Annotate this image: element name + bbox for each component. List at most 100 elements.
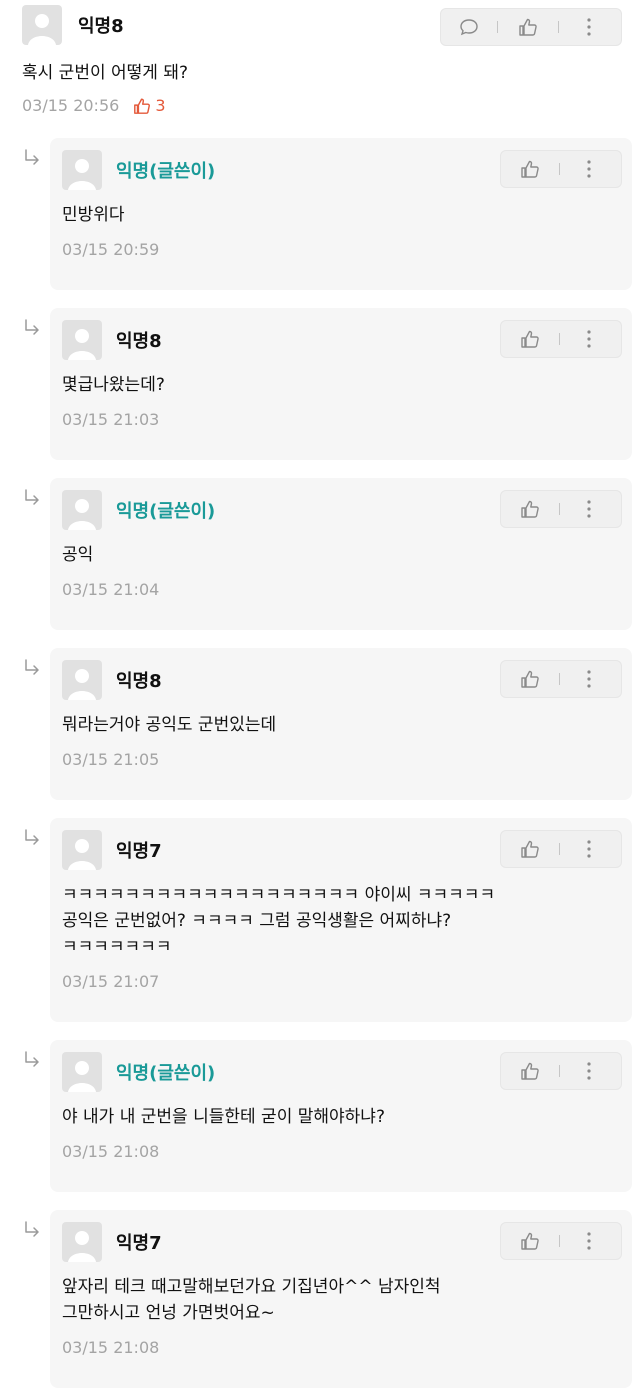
reply-author: 익명7 [116, 841, 162, 862]
like-button[interactable] [501, 151, 559, 187]
like-button[interactable] [498, 9, 558, 45]
more-icon [587, 330, 591, 348]
reply-text-line: 공익 [62, 545, 94, 565]
reply-arrow-icon [25, 659, 39, 675]
reply-time: 03/15 21:08 [62, 1142, 160, 1161]
reply-card: 익명8 뭐라는거야 공익도 군번있는데 03/15 21:05 [50, 648, 632, 800]
thumbs-up-icon [521, 160, 539, 178]
reply-author: 익명8 [116, 331, 162, 352]
reply-actions [500, 320, 622, 358]
more-icon [587, 500, 591, 518]
reply-text-line: 그만하시고 언넝 가면벗어요~ [62, 1303, 275, 1323]
like-button[interactable] [501, 831, 559, 867]
more-icon [587, 670, 591, 688]
avatar-placeholder-icon [68, 159, 96, 190]
like-count-value: 3 [155, 96, 166, 115]
reply-text-line: 야 내가 내 군번을 니들한테 굳이 말해야하냐? [62, 1107, 385, 1127]
reply-card: 익명7 앞자리 테크 때고말해보던가요 기집년아^^ 남자인척그만하시고 언넝 … [50, 1210, 632, 1388]
reply-time: 03/15 21:03 [62, 410, 160, 429]
comment-text: 혹시 군번이 어떻게 돼? [22, 63, 188, 83]
reply-time: 03/15 20:59 [62, 240, 160, 259]
thumbs-up-icon [521, 840, 539, 858]
reply-arrow-icon [25, 829, 39, 845]
reply-text-line: ㅋㅋㅋㅋㅋㅋㅋㅋㅋㅋㅋㅋㅋㅋㅋㅋㅋㅋㅋ 야이씨 ㅋㅋㅋㅋㅋ [62, 885, 496, 905]
reply-arrow-icon [25, 489, 39, 505]
like-button[interactable] [501, 1223, 559, 1259]
thumbs-up-icon [134, 98, 151, 114]
avatar-placeholder-icon [68, 669, 96, 700]
avatar-placeholder-icon [28, 14, 56, 45]
reply-text-line: ㅋㅋㅋㅋㅋㅋㅋ [62, 937, 172, 957]
main-comment: 익명8 혹시 군번이 어떻게 돼? 03/15 20:56 3 [0, 0, 640, 135]
more-icon [587, 18, 591, 36]
more-button[interactable] [560, 831, 618, 867]
more-button[interactable] [560, 491, 618, 527]
thumbs-up-icon [521, 1062, 539, 1080]
comment-icon [460, 19, 478, 36]
reply-text-line: 앞자리 테크 때고말해보던가요 기집년아^^ 남자인척 [62, 1277, 441, 1297]
avatar[interactable] [62, 830, 102, 870]
avatar[interactable] [62, 1052, 102, 1092]
like-button[interactable] [501, 1053, 559, 1089]
reply-text-line: 뭐라는거야 공익도 군번있는데 [62, 715, 277, 735]
reply-text: ㅋㅋㅋㅋㅋㅋㅋㅋㅋㅋㅋㅋㅋㅋㅋㅋㅋㅋㅋ 야이씨 ㅋㅋㅋㅋㅋ 공익은 군번없어? ㅋ… [62, 882, 495, 960]
reply-time: 03/15 21:05 [62, 750, 160, 769]
avatar-placeholder-icon [68, 1231, 96, 1262]
comment-time: 03/15 20:56 [22, 96, 120, 115]
thumbs-up-icon [521, 670, 539, 688]
reply-author: 익명(글쓴이) [116, 1063, 216, 1084]
reply-author: 익명8 [116, 671, 162, 692]
reply-card: 익명(글쓴이) 야 내가 내 군번을 니들한테 굳이 말해야하냐? 03/15 … [50, 1040, 632, 1192]
avatar-placeholder-icon [68, 329, 96, 360]
reply-text: 공익 [62, 542, 159, 568]
reply-text-line: 공익은 군번없어? ㅋㅋㅋㅋ 그럼 공익생활은 어찌하냐? [62, 911, 452, 931]
more-button[interactable] [560, 1053, 618, 1089]
avatar[interactable] [62, 150, 102, 190]
avatar[interactable] [22, 5, 62, 45]
avatar[interactable] [62, 320, 102, 360]
like-button[interactable] [501, 661, 559, 697]
like-button[interactable] [501, 321, 559, 357]
more-icon [587, 840, 591, 858]
reply-time: 03/15 21:04 [62, 580, 160, 599]
more-button[interactable] [560, 151, 618, 187]
reply-author: 익명(글쓴이) [116, 501, 216, 522]
reply-arrow-icon [25, 319, 39, 335]
like-button[interactable] [501, 491, 559, 527]
more-button[interactable] [560, 1223, 618, 1259]
avatar-placeholder-icon [68, 499, 96, 530]
reply-text: 뭐라는거야 공익도 군번있는데 [62, 712, 276, 738]
avatar-placeholder-icon [68, 839, 96, 870]
reply-card: 익명(글쓴이) 민방위다 03/15 20:59 [50, 138, 632, 290]
more-button[interactable] [560, 321, 618, 357]
thumbs-up-icon [521, 1232, 539, 1250]
avatar[interactable] [62, 1222, 102, 1262]
reply-text: 야 내가 내 군번을 니들한테 굳이 말해야하냐? [62, 1104, 385, 1130]
avatar-placeholder-icon [68, 1061, 96, 1092]
reply-time: 03/15 21:08 [62, 1338, 160, 1357]
reply-author: 익명7 [116, 1233, 162, 1254]
more-button[interactable] [560, 661, 618, 697]
reply-text: 몇급나왔는데? [62, 372, 165, 398]
avatar[interactable] [62, 660, 102, 700]
avatar[interactable] [62, 490, 102, 530]
reply-actions [500, 660, 622, 698]
more-icon [587, 160, 591, 178]
more-button[interactable] [559, 9, 619, 45]
thumbs-up-icon [521, 500, 539, 518]
reply-actions [500, 1222, 622, 1260]
reply-text-line: 민방위다 [62, 205, 125, 225]
reply-author: 익명(글쓴이) [116, 161, 216, 182]
reply-actions [500, 150, 622, 188]
reply-time: 03/15 21:07 [62, 972, 160, 991]
reply-arrow-icon [25, 1221, 39, 1237]
reply-actions [500, 830, 622, 868]
reply-actions [500, 490, 622, 528]
reply-arrow-icon [25, 1051, 39, 1067]
comment-author: 익명8 [78, 16, 124, 37]
like-count: 3 [133, 96, 166, 115]
reply-text: 민방위다 [62, 202, 159, 228]
comment-actions [440, 8, 622, 46]
reply-arrow-icon [25, 149, 39, 165]
reply-button[interactable] [441, 9, 497, 45]
